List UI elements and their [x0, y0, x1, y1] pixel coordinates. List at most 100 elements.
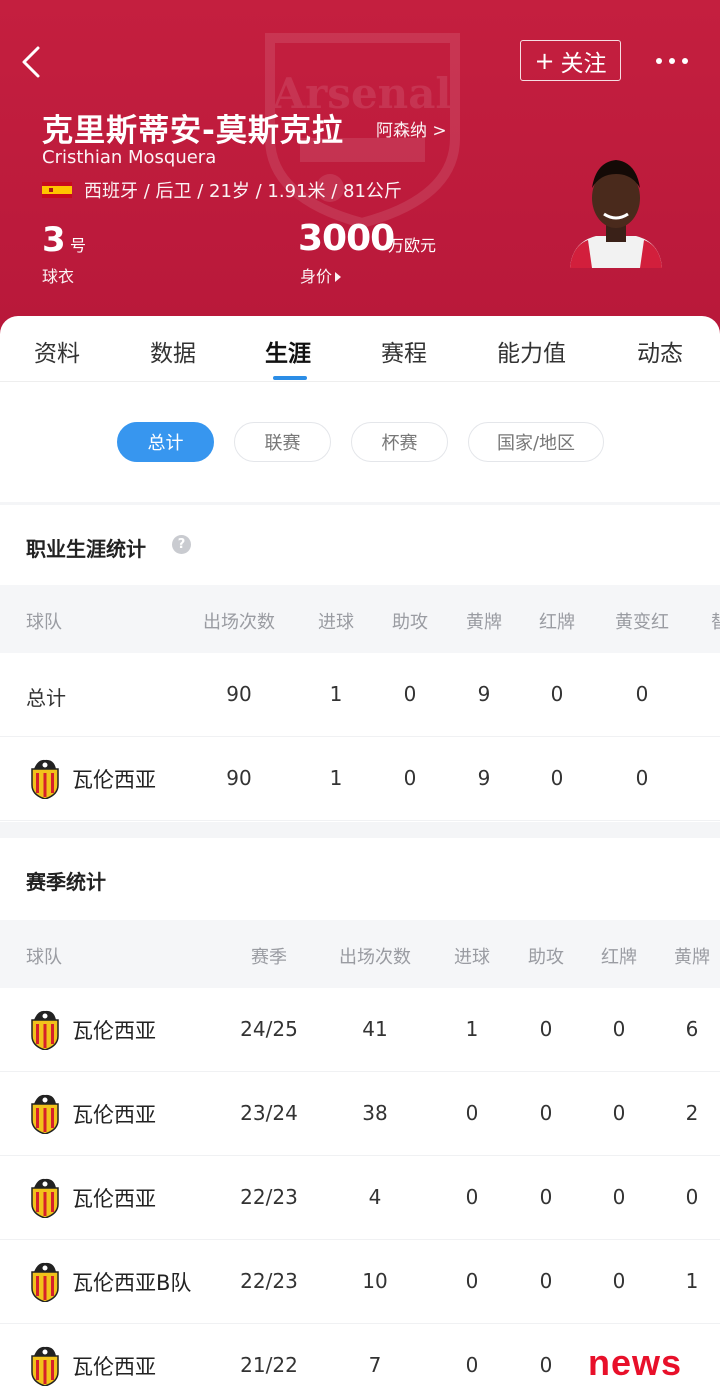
filter-national[interactable]: 国家/地区: [468, 422, 604, 462]
col-assists: 助攻: [392, 612, 428, 633]
cell-red: 0: [550, 682, 564, 706]
news-watermark: news: [588, 1342, 683, 1383]
col-team: 球队: [26, 612, 62, 633]
table-row[interactable]: 瓦伦西亚 22/23 4 0 0 0 0: [0, 1156, 720, 1240]
valencia-badge-icon: [31, 759, 59, 799]
col-apps: 出场次数: [203, 612, 275, 633]
cell-assists: 0: [539, 1101, 553, 1125]
filter-league[interactable]: 联赛: [234, 422, 331, 462]
cell-goals: 0: [465, 1185, 479, 1209]
tab-ability[interactable]: 能力值: [497, 334, 566, 368]
col-second-yellow: 黄变红: [615, 612, 669, 633]
cell-red: 0: [612, 1101, 626, 1125]
cell-apps: 7: [368, 1353, 382, 1377]
col-red: 红牌: [539, 612, 575, 633]
cell-goals: 1: [465, 1017, 479, 1041]
tab-schedule[interactable]: 赛程: [381, 334, 427, 368]
valencia-badge-icon: [31, 1262, 59, 1302]
table-row[interactable]: 瓦伦西亚 24/25 41 1 0 0 6: [0, 988, 720, 1072]
cell-goals: 1: [329, 682, 343, 706]
col-season: 赛季: [251, 947, 287, 968]
cell-assists: 0: [539, 1269, 553, 1293]
career-stats-section: 职业生涯统计 ? 球队 出场次数 进球 助攻 黄牌 红牌 黄变红 替 总计 90…: [0, 505, 720, 822]
tab-data[interactable]: 数据: [150, 334, 196, 368]
cell-second-yellow: 0: [635, 766, 649, 790]
filter-total[interactable]: 总计: [117, 422, 214, 462]
team-cell: 瓦伦西亚: [28, 1094, 156, 1134]
valencia-badge-icon: [31, 1178, 59, 1218]
season-table-header: 球队 赛季 出场次数 进球 助攻 红牌 黄牌: [0, 920, 720, 988]
shirt-number-unit: 号: [70, 236, 87, 255]
shirt-number-label: 球衣: [42, 267, 75, 286]
cell-red: 0: [612, 1017, 626, 1041]
col-goals: 进球: [454, 947, 490, 968]
col-sub: 替: [711, 608, 720, 634]
plus-icon: +: [534, 46, 555, 75]
cell-yellow: 9: [477, 682, 491, 706]
cell-apps: 41: [362, 1017, 388, 1041]
cell-assists: 0: [539, 1353, 553, 1377]
cell-yellow: 0: [685, 1185, 699, 1209]
team-cell: 瓦伦西亚: [28, 1010, 156, 1050]
team-name: 瓦伦西亚: [72, 1355, 156, 1379]
cell-red: 0: [550, 766, 564, 790]
filter-pills: 总计 联赛 杯赛 国家/地区: [0, 422, 720, 462]
cell-goals: 0: [465, 1353, 479, 1377]
table-row[interactable]: 瓦伦西亚 23/24 38 0 0 0 2: [0, 1072, 720, 1156]
market-value-link[interactable]: 身价: [300, 263, 342, 287]
career-stats-title: 职业生涯统计: [26, 537, 146, 561]
cell-yellow: 2: [685, 1101, 699, 1125]
cell-second-yellow: 0: [635, 682, 649, 706]
cell-goals: 1: [329, 766, 343, 790]
team-name: 总计: [26, 686, 66, 710]
player-name-cn: 克里斯蒂安-莫斯克拉: [42, 113, 344, 149]
more-options-icon[interactable]: [656, 50, 696, 72]
follow-label: 关注: [560, 50, 607, 77]
club-link[interactable]: 阿森纳 >: [376, 116, 447, 141]
filter-cup[interactable]: 杯赛: [351, 422, 448, 462]
market-value-unit: 万欧元: [388, 236, 437, 255]
cell-season: 22/23: [240, 1185, 298, 1209]
table-row[interactable]: 瓦伦西亚 90 1 0 9 0 0: [0, 737, 720, 821]
season-stats-title: 赛季统计: [26, 870, 106, 894]
cell-apps: 90: [226, 766, 252, 790]
team-cell: 瓦伦西亚B队: [28, 1262, 191, 1302]
market-value: 3000: [298, 218, 395, 259]
col-yellow: 黄牌: [466, 612, 502, 633]
col-team: 球队: [26, 947, 62, 968]
cell-season: 22/23: [240, 1269, 298, 1293]
cell-red: 0: [612, 1269, 626, 1293]
team-name: 瓦伦西亚: [72, 1187, 156, 1211]
tab-profile[interactable]: 资料: [34, 334, 80, 368]
col-assists: 助攻: [528, 947, 564, 968]
table-row[interactable]: 瓦伦西亚B队 22/23 10 0 0 0 1: [0, 1240, 720, 1324]
cell-apps: 4: [368, 1185, 382, 1209]
follow-button[interactable]: + 关注: [520, 40, 621, 81]
cell-assists: 0: [403, 682, 417, 706]
table-row[interactable]: 总计 90 1 0 9 0 0: [0, 653, 720, 737]
col-goals: 进球: [318, 612, 354, 633]
cell-season: 21/22: [240, 1353, 298, 1377]
player-header: Arsenal + 关注 克里斯蒂安-莫斯克拉 阿森纳 > Cristhian …: [0, 0, 720, 345]
tab-news[interactable]: 动态: [637, 334, 683, 368]
tab-bar: 资料 数据 生涯 赛程 能力值 动态: [0, 316, 720, 382]
cell-apps: 90: [226, 682, 252, 706]
player-avatar: [570, 160, 662, 268]
col-apps: 出场次数: [339, 947, 411, 968]
tab-career[interactable]: 生涯: [265, 334, 311, 368]
team-name: 瓦伦西亚: [72, 1103, 156, 1127]
spain-flag-icon: [42, 182, 72, 198]
player-name-en: Cristhian Mosquera: [42, 147, 217, 168]
cell-apps: 10: [362, 1269, 388, 1293]
cell-assists: 0: [539, 1017, 553, 1041]
team-cell: 瓦伦西亚: [28, 1346, 156, 1386]
cell-apps: 38: [362, 1101, 388, 1125]
cell-assists: 0: [403, 766, 417, 790]
active-tab-indicator: [273, 376, 307, 380]
back-arrow-icon[interactable]: [18, 42, 48, 82]
help-icon[interactable]: ?: [172, 535, 191, 554]
cell-yellow: 6: [685, 1017, 699, 1041]
cell-yellow: 1: [685, 1269, 699, 1293]
team-name: 瓦伦西亚: [72, 1019, 156, 1043]
shirt-number: 3: [42, 220, 66, 260]
